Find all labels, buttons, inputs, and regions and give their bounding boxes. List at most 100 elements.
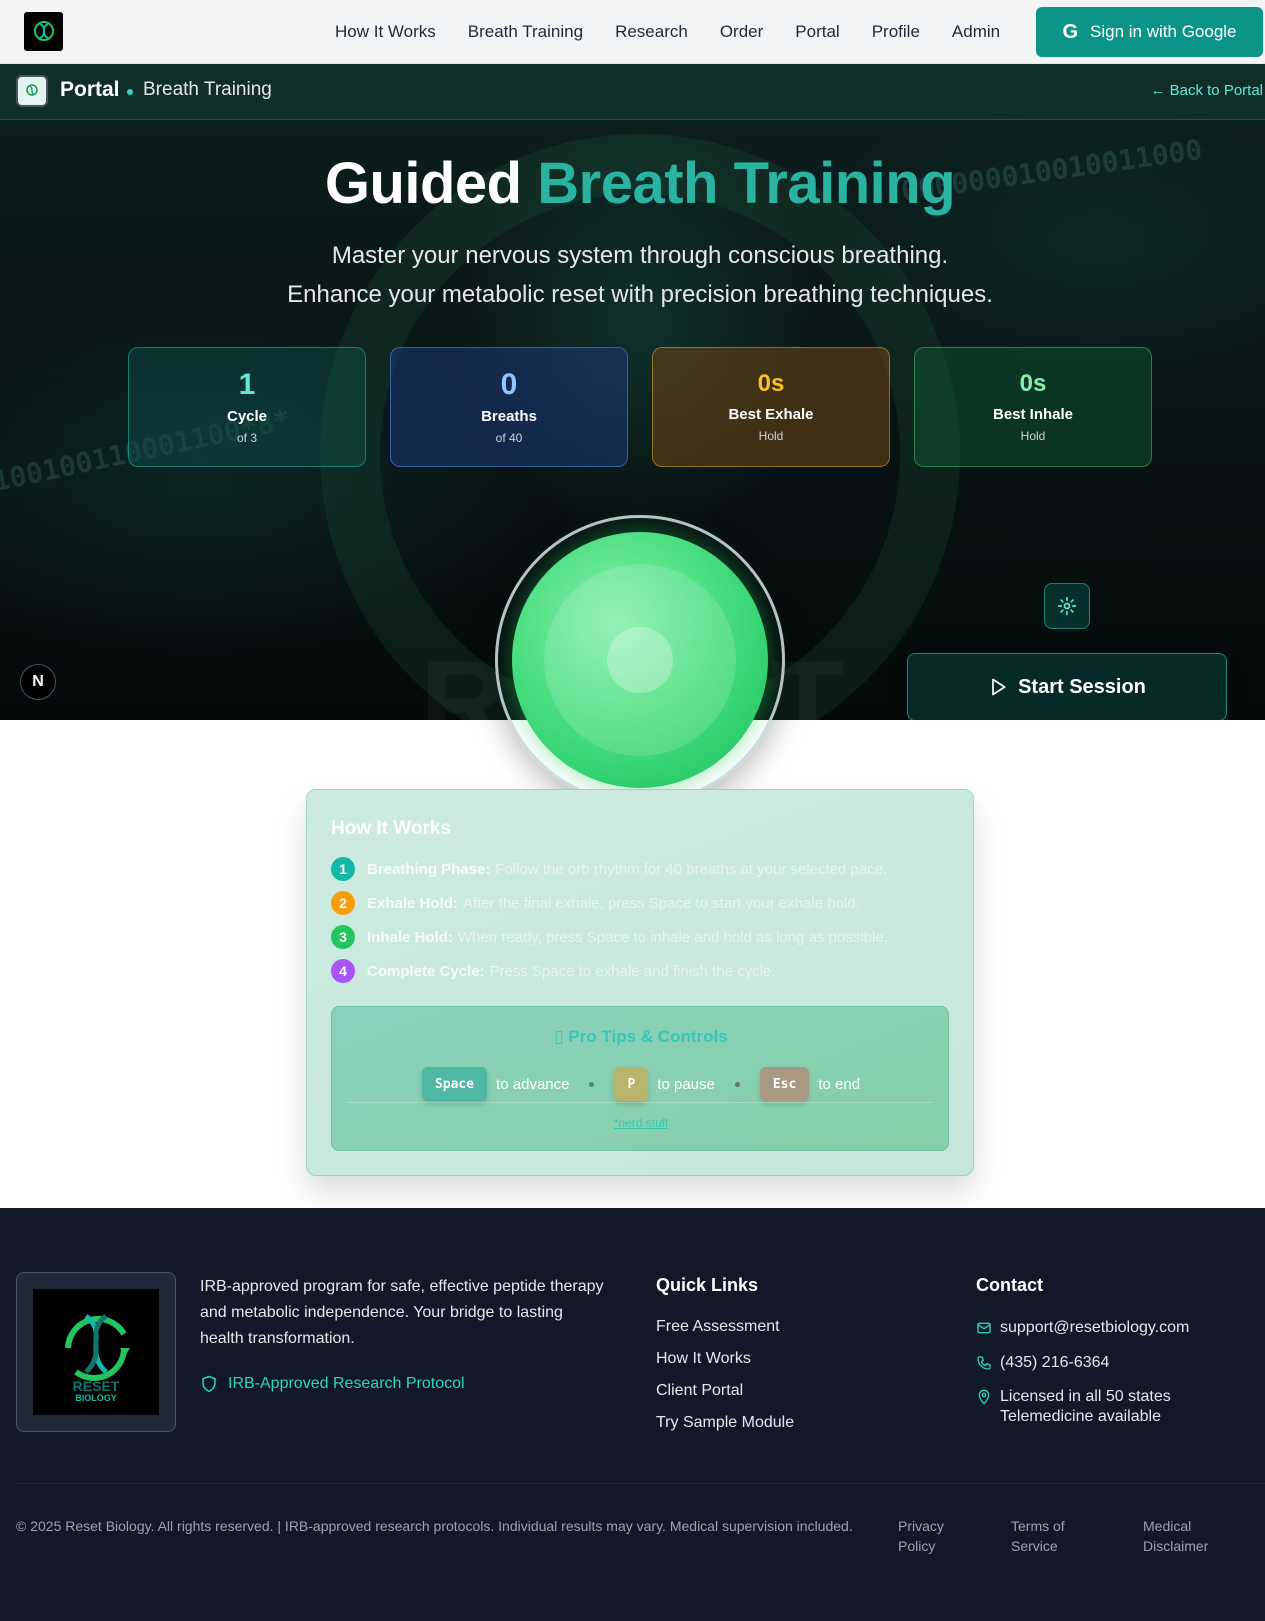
start-session-label: Start Session bbox=[1018, 675, 1146, 698]
footer-link-client-portal[interactable]: Client Portal bbox=[656, 1382, 743, 1400]
play-icon bbox=[992, 678, 1006, 696]
contact-heading: Contact bbox=[976, 1275, 1043, 1295]
pro-tips-panel: ▯ Pro Tips & Controls Space to advance P… bbox=[331, 1006, 949, 1151]
stat-value: 0s bbox=[1019, 370, 1047, 397]
stat-sublabel: Hold bbox=[1020, 429, 1046, 443]
stat-card-best-exhale: 0s Best Exhale Hold bbox=[652, 347, 890, 467]
step-item: 4 Complete Cycle: Press Space to exhale … bbox=[331, 959, 776, 983]
contact-location: Licensed in all 50 states Telemedicine a… bbox=[976, 1387, 1171, 1427]
nav-link-order[interactable]: Order bbox=[720, 22, 763, 42]
separator-dot bbox=[589, 1081, 595, 1087]
step-text: Press Space to exhale and finish the cyc… bbox=[489, 962, 776, 980]
step-text: After the final exhale, press Space to s… bbox=[462, 894, 860, 912]
nav-link-research[interactable]: Research bbox=[615, 22, 688, 42]
step-item: 1 Breathing Phase: Follow the orb rhythm… bbox=[331, 857, 887, 881]
stat-value: 0s bbox=[757, 370, 785, 397]
footer-description: IRB-approved program for safe, effective… bbox=[200, 1278, 604, 1347]
how-it-works-card: How It Works 1 Breathing Phase: Follow t… bbox=[306, 789, 974, 1176]
copyright-text: © 2025 Reset Biology. All rights reserve… bbox=[16, 1518, 853, 1534]
contact-phone-text: (435) 216-6364 bbox=[1000, 1354, 1110, 1371]
nav-link-admin[interactable]: Admin bbox=[952, 22, 1000, 42]
logo-dna-icon[interactable] bbox=[24, 12, 63, 51]
p-key-action: to pause bbox=[657, 1075, 715, 1093]
nav-link-profile[interactable]: Profile bbox=[872, 22, 920, 42]
page-title-plain: Guided bbox=[324, 151, 522, 216]
step-label: Complete Cycle: bbox=[367, 962, 485, 980]
footer-link-how-it-works[interactable]: How It Works bbox=[656, 1350, 751, 1368]
top-navigation: How It Works Breath Training Research Or… bbox=[0, 0, 1265, 64]
hero-subtitle-line-1: Master your nervous system through consc… bbox=[331, 242, 949, 269]
svg-text:RESET: RESET bbox=[73, 1378, 120, 1394]
logo-dna-icon: RESET BIOLOGY bbox=[33, 1289, 159, 1415]
nav-links: How It Works Breath Training Research Or… bbox=[335, 0, 1032, 64]
esc-key-action: to end bbox=[818, 1075, 861, 1093]
keyboard-controls: Space to advance P to pause Esc to end bbox=[332, 1067, 950, 1101]
page-title-accent: Breath Training bbox=[537, 151, 956, 216]
stat-sublabel: of 40 bbox=[495, 431, 523, 445]
start-session-button[interactable]: Start Session bbox=[907, 653, 1227, 720]
contact-phone[interactable]: (435) 216-6364 bbox=[976, 1353, 1109, 1373]
footer-link-try-sample-module[interactable]: Try Sample Module bbox=[656, 1414, 794, 1432]
stat-sublabel: of 3 bbox=[236, 431, 257, 445]
divider bbox=[348, 1102, 934, 1103]
p-key: P bbox=[614, 1067, 649, 1101]
footer-divider bbox=[16, 1483, 1265, 1484]
stat-value: 1 bbox=[238, 368, 256, 401]
google-signin-button[interactable]: G Sign in with Google bbox=[1036, 7, 1263, 57]
portal-subtitle: Breath Training bbox=[143, 79, 272, 100]
pro-tips-title: ▯ Pro Tips & Controls bbox=[554, 1027, 728, 1046]
step-number: 1 bbox=[331, 857, 355, 881]
back-to-portal-link[interactable]: ← Back to Portal bbox=[1150, 82, 1263, 99]
phone-icon bbox=[977, 1356, 991, 1370]
breathing-orb-core bbox=[607, 627, 673, 693]
svg-text:BIOLOGY: BIOLOGY bbox=[75, 1393, 117, 1402]
gear-icon bbox=[1057, 596, 1077, 616]
stat-value: 0 bbox=[500, 368, 518, 401]
terms-of-service-link[interactable]: Terms of Service bbox=[1011, 1516, 1091, 1556]
nav-link-portal[interactable]: Portal bbox=[795, 22, 839, 42]
how-it-works-title: How It Works bbox=[331, 818, 451, 839]
esc-key: Esc bbox=[759, 1067, 810, 1101]
nav-link-how-it-works[interactable]: How It Works bbox=[335, 22, 436, 42]
stat-label: Cycle bbox=[226, 408, 268, 425]
hero-subtitle-line-2: Enhance your metabolic reset with precis… bbox=[287, 281, 993, 308]
stat-card-best-inhale: 0s Best Inhale Hold bbox=[914, 347, 1152, 467]
stat-label: Best Exhale bbox=[728, 406, 814, 423]
irb-badge-label: IRB-Approved Research Protocol bbox=[228, 1375, 465, 1392]
stat-card-cycle: 1 Cycle of 3 bbox=[128, 347, 366, 467]
nerd-stuff-link[interactable]: *nerd stuff bbox=[332, 1116, 950, 1130]
license-line-2: Telemedicine available bbox=[1000, 1408, 1161, 1425]
stat-card-breaths: 0 Breaths of 40 bbox=[390, 347, 628, 467]
settings-button[interactable] bbox=[1044, 583, 1090, 629]
portal-title[interactable]: Portal bbox=[60, 78, 120, 102]
step-item: 3 Inhale Hold: When ready, press Space t… bbox=[331, 925, 888, 949]
stat-label: Breaths bbox=[481, 408, 537, 425]
privacy-policy-link[interactable]: Privacy Policy bbox=[898, 1516, 968, 1556]
stat-label: Best Inhale bbox=[992, 406, 1074, 423]
license-info: Licensed in all 50 states Telemedicine a… bbox=[1000, 1387, 1171, 1427]
step-text: When ready, press Space to inhale and ho… bbox=[457, 928, 888, 946]
separator-dot bbox=[734, 1081, 740, 1087]
step-number: 2 bbox=[331, 891, 355, 915]
shield-icon bbox=[202, 1375, 216, 1393]
page-title: Guided Breath Training bbox=[0, 150, 1265, 217]
footer: RESET BIOLOGY IRB-approved program for s… bbox=[0, 1208, 1265, 1621]
nav-link-breath-training[interactable]: Breath Training bbox=[468, 22, 583, 42]
stat-sublabel: Hold bbox=[758, 429, 784, 443]
step-label: Exhale Hold: bbox=[367, 894, 458, 912]
contact-email[interactable]: support@resetbiology.com bbox=[976, 1318, 1189, 1338]
n-badge[interactable]: N bbox=[20, 664, 56, 700]
step-text: Follow the orb rhythm for 40 breaths at … bbox=[495, 860, 888, 878]
google-icon: G bbox=[1062, 20, 1079, 43]
breadcrumb-separator bbox=[127, 89, 133, 95]
google-signin-label: Sign in with Google bbox=[1090, 22, 1237, 41]
map-pin-icon bbox=[978, 1389, 990, 1405]
medical-disclaimer-link[interactable]: Medical Disclaimer bbox=[1143, 1516, 1228, 1556]
step-label: Inhale Hold: bbox=[367, 928, 453, 946]
step-item: 2 Exhale Hold: After the final exhale, p… bbox=[331, 891, 860, 915]
space-key-action: to advance bbox=[496, 1075, 570, 1093]
footer-link-free-assessment[interactable]: Free Assessment bbox=[656, 1318, 780, 1336]
portal-bar: Portal Breath Training ← Back to Portal bbox=[0, 64, 1265, 120]
portal-logo-icon[interactable] bbox=[16, 75, 48, 107]
irb-badge[interactable]: IRB-Approved Research Protocol bbox=[200, 1374, 465, 1394]
